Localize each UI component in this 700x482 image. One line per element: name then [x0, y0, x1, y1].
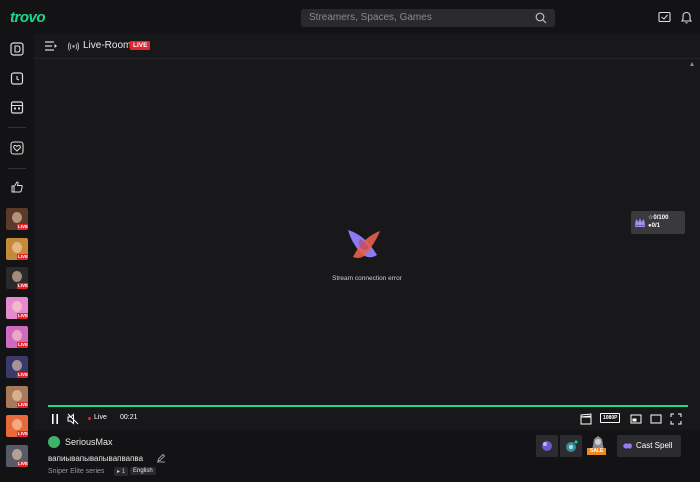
streamer-name[interactable]: SeriousMax: [65, 437, 113, 447]
stream-goal-panel[interactable]: ☆0/100 ●0/1: [631, 211, 685, 234]
gift-box-button[interactable]: [560, 435, 582, 457]
crown-icon: [634, 216, 646, 228]
game-category[interactable]: Sniper Elite series: [48, 468, 104, 475]
thumbs-up-icon: [10, 180, 24, 194]
live-badge: LIVE: [130, 41, 150, 50]
live-badge: LIVE: [17, 313, 28, 319]
avatar-face: [12, 301, 22, 312]
channel-avatar-9[interactable]: LIVE: [6, 445, 28, 467]
star-goal: ☆0/100: [648, 214, 668, 221]
search-box[interactable]: [301, 9, 555, 27]
avatar-face: [12, 271, 22, 282]
channel-avatar-5[interactable]: LIVE: [6, 326, 28, 348]
volume-muted-icon[interactable]: [67, 413, 79, 425]
elapsed-time: 00:21: [120, 414, 138, 421]
theater-mode-icon[interactable]: [650, 413, 662, 425]
gift-ball-icon: [560, 435, 582, 457]
clip-icon[interactable]: [580, 413, 592, 425]
stream-title: вапиывапывапывапвапва: [48, 454, 143, 463]
avatar-face: [12, 242, 22, 253]
sidebar-divider: [8, 168, 26, 169]
picture-in-picture-icon[interactable]: [630, 413, 642, 425]
language-tag[interactable]: English: [130, 467, 156, 475]
stream-info-bar: SeriousMax вапиывапывапывапвапва Sniper …: [34, 430, 700, 482]
live-label: Live: [94, 414, 107, 421]
edit-pencil-icon[interactable]: [156, 453, 166, 463]
live-badge: LIVE: [17, 461, 28, 467]
sidebar-recommended-button[interactable]: [6, 176, 28, 198]
search-icon[interactable]: [535, 12, 547, 24]
sidebar-home-button[interactable]: [6, 38, 28, 60]
room-header: Live-Room LIVE: [34, 34, 700, 59]
scroll-up-arrow-icon[interactable]: [690, 61, 694, 67]
notification-bell-icon[interactable]: [680, 11, 693, 24]
live-badge: LIVE: [17, 283, 28, 289]
search-input[interactable]: [309, 12, 529, 23]
avatar-face: [12, 419, 22, 430]
pause-icon[interactable]: [50, 413, 60, 425]
sidebar-following-button[interactable]: [6, 67, 28, 89]
cast-spell-button[interactable]: Cast Spell: [617, 435, 681, 457]
viewer-count-tag: ▸ 1: [114, 467, 128, 476]
sidebar-schedule-button[interactable]: [6, 96, 28, 118]
fullscreen-icon[interactable]: [670, 413, 682, 425]
video-player[interactable]: Stream connection error ☆0/100 ●0/1 Live…: [34, 59, 700, 430]
left-sidebar: LIVE LIVE LIVE LIVE LIVE LIVE LIVE LIVE LIVE: [0, 34, 34, 482]
channel-avatar-2[interactable]: LIVE: [6, 238, 28, 260]
trovo-error-logo-icon: [345, 227, 383, 263]
channel-avatar-4[interactable]: LIVE: [6, 297, 28, 319]
spell-wand-icon: [622, 441, 633, 451]
live-badge: LIVE: [17, 402, 28, 408]
live-badge: LIVE: [17, 254, 28, 260]
cast-spell-label: Cast Spell: [636, 441, 672, 450]
chat-message-icon[interactable]: [658, 11, 671, 24]
avatar-face: [12, 360, 22, 371]
live-badge: LIVE: [17, 224, 28, 230]
room-title: Live-Room: [83, 40, 131, 51]
menu-collapse-icon[interactable]: [44, 40, 58, 52]
streamer-avatar[interactable]: [48, 436, 60, 448]
heart-icon: [10, 141, 24, 155]
channel-avatar-3[interactable]: LIVE: [6, 267, 28, 289]
channel-avatar-7[interactable]: LIVE: [6, 386, 28, 408]
avatar-face: [12, 449, 22, 460]
avatar-face: [12, 212, 22, 223]
quality-selector[interactable]: 1080P: [600, 413, 620, 423]
video-progress-bar[interactable]: [48, 405, 688, 407]
spell-orb-icon: [536, 435, 558, 457]
live-badge: LIVE: [17, 342, 28, 348]
live-indicator-dot: [88, 417, 91, 420]
channel-avatar-8[interactable]: LIVE: [6, 415, 28, 437]
alarm-clock-icon: [10, 71, 24, 85]
channel-avatar-6[interactable]: LIVE: [6, 356, 28, 378]
live-badge: LIVE: [17, 372, 28, 378]
sub-goal: ●0/1: [648, 223, 660, 229]
top-bar: trovo: [0, 0, 700, 34]
sidebar-divider: [8, 127, 26, 128]
avatar-face: [12, 330, 22, 341]
channel-avatar-1[interactable]: LIVE: [6, 208, 28, 230]
live-badge: LIVE: [17, 431, 28, 437]
calendar-icon: [10, 100, 24, 114]
trovo-logo[interactable]: trovo: [10, 9, 45, 26]
home-icon: [10, 42, 24, 56]
avatar-face: [12, 390, 22, 401]
stream-error-message: Stream connection error: [34, 275, 700, 282]
sidebar-favorites-button[interactable]: [6, 137, 28, 159]
broadcast-icon: [68, 41, 79, 52]
sale-badge: SALE: [587, 448, 606, 455]
spell-gift-button[interactable]: [536, 435, 558, 457]
